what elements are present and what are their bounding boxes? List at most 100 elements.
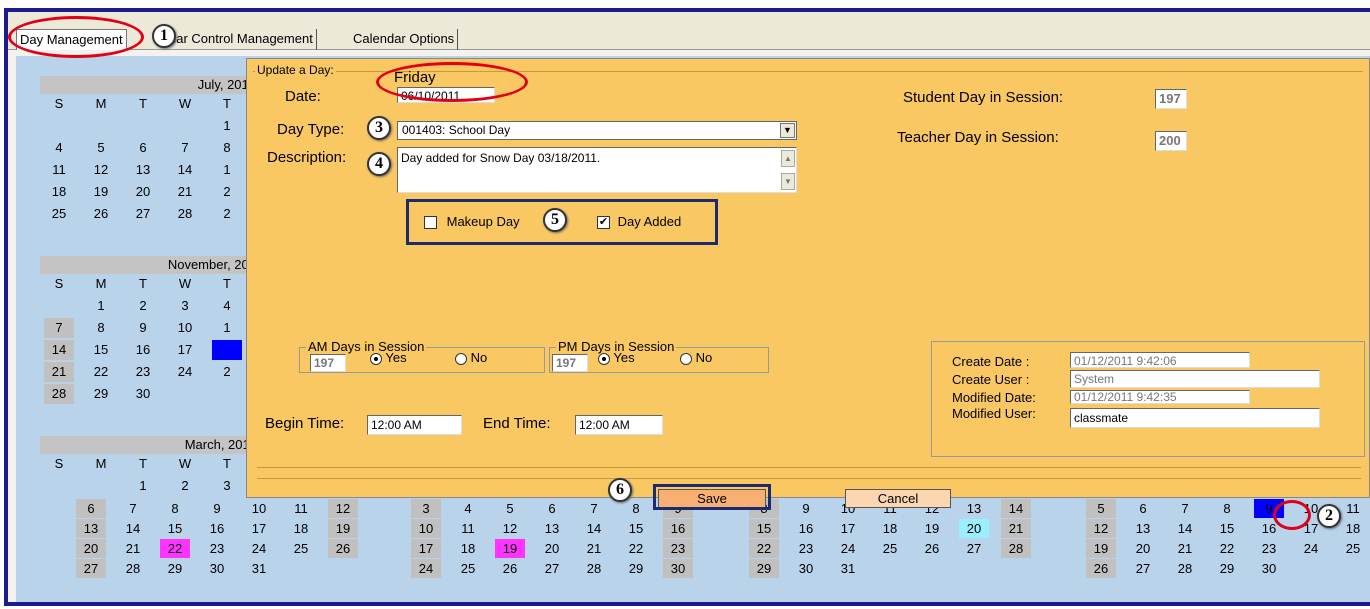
day-cell[interactable]: 17 <box>833 519 863 538</box>
day-cell[interactable]: 16 <box>791 519 821 538</box>
day-cell[interactable]: 25 <box>1338 539 1368 558</box>
day-cell[interactable]: 27 <box>1128 559 1158 578</box>
day-cell[interactable]: 28 <box>118 559 148 578</box>
day-cell[interactable]: 14 <box>579 519 609 538</box>
scroll-up-icon[interactable]: ▲ <box>781 150 795 167</box>
radio-icon[interactable] <box>680 352 692 365</box>
day-cell[interactable]: 24 <box>1296 539 1326 558</box>
day-cell[interactable]: 8 <box>1212 499 1242 518</box>
pm-yes-radio[interactable]: Yes <box>598 350 635 365</box>
day-cell[interactable]: 28 <box>44 384 74 404</box>
day-cell[interactable]: 22 <box>621 539 651 558</box>
day-cell[interactable]: 22 <box>749 539 779 558</box>
radio-icon[interactable] <box>455 352 467 365</box>
day-cell[interactable]: 6 <box>76 499 106 518</box>
day-cell[interactable]: 18 <box>875 519 905 538</box>
day-cell[interactable]: 30 <box>791 559 821 578</box>
day-cell[interactable]: 16 <box>202 519 232 538</box>
day-cell[interactable]: 27 <box>959 539 989 558</box>
day-cell[interactable]: 23 <box>128 362 158 382</box>
day-cell[interactable]: 21 <box>44 362 74 382</box>
day-cell[interactable]: 10 <box>244 499 274 518</box>
day-cell[interactable]: 17 <box>244 519 274 538</box>
day-cell[interactable]: 6 <box>128 138 158 158</box>
day-cell[interactable]: 1 <box>212 116 242 136</box>
day-cell[interactable]: 16 <box>663 519 693 538</box>
day-cell[interactable]: 1 <box>128 476 158 496</box>
day-cell[interactable]: 24 <box>244 539 274 558</box>
day-cell[interactable]: 12 <box>495 519 525 538</box>
day-cell[interactable]: 29 <box>160 559 190 578</box>
day-cell[interactable]: 28 <box>1170 559 1200 578</box>
day-cell[interactable]: 29 <box>1212 559 1242 578</box>
day-cell[interactable]: 18 <box>44 182 74 202</box>
day-cell[interactable]: 14 <box>170 160 200 180</box>
day-cell[interactable]: 1 <box>86 296 116 316</box>
day-cell[interactable]: 15 <box>1212 519 1242 538</box>
tab-calendar-control-management[interactable]: dar Control Management <box>166 29 317 50</box>
radio-selected-icon[interactable] <box>370 352 382 365</box>
day-cell[interactable]: 4 <box>44 138 74 158</box>
day-cell[interactable]: 14 <box>1170 519 1200 538</box>
day-cell[interactable]: 1 <box>212 318 242 338</box>
day-cell[interactable]: 29 <box>749 559 779 578</box>
day-cell[interactable]: 27 <box>76 559 106 578</box>
scroll-down-icon[interactable]: ▼ <box>781 173 795 190</box>
day-cell[interactable]: 20 <box>128 182 158 202</box>
day-cell[interactable]: 2 <box>212 182 242 202</box>
day-cell[interactable]: 26 <box>328 539 358 558</box>
day-cell[interactable]: 15 <box>621 519 651 538</box>
day-cell[interactable]: 3 <box>212 476 242 496</box>
day-cell[interactable]: 3 <box>170 296 200 316</box>
day-cell[interactable]: 23 <box>663 539 693 558</box>
day-cell[interactable]: 28 <box>170 204 200 224</box>
day-cell[interactable]: 25 <box>286 539 316 558</box>
day-cell[interactable]: 18 <box>1338 519 1368 538</box>
day-cell[interactable]: 10 <box>170 318 200 338</box>
day-cell[interactable]: 2 <box>212 362 242 382</box>
chevron-down-icon[interactable]: ▼ <box>780 123 795 138</box>
day-cell[interactable]: 30 <box>202 559 232 578</box>
day-cell[interactable]: 26 <box>86 204 116 224</box>
tab-calendar-options[interactable]: Calendar Options <box>350 29 459 50</box>
day-cell[interactable]: 19 <box>917 519 947 538</box>
day-cell[interactable]: 8 <box>621 499 651 518</box>
day-cell[interactable]: 30 <box>663 559 693 578</box>
day-cell[interactable]: 9 <box>202 499 232 518</box>
day-cell[interactable]: 21 <box>1001 519 1031 538</box>
day-cell[interactable]: 19 <box>495 539 525 558</box>
day-cell[interactable]: 13 <box>76 519 106 538</box>
day-cell[interactable]: 13 <box>1128 519 1158 538</box>
day-cell[interactable]: 2 <box>128 296 158 316</box>
day-cell[interactable]: 26 <box>1086 559 1116 578</box>
day-cell[interactable]: 28 <box>1001 539 1031 558</box>
day-cell[interactable]: 23 <box>791 539 821 558</box>
day-cell[interactable]: 11 <box>286 499 316 518</box>
day-cell[interactable]: 20 <box>959 519 989 538</box>
day-cell[interactable]: 22 <box>86 362 116 382</box>
day-cell[interactable]: 14 <box>118 519 148 538</box>
day-cell[interactable]: 24 <box>833 539 863 558</box>
cancel-button[interactable]: Cancel <box>845 489 951 508</box>
day-cell[interactable]: 18 <box>453 539 483 558</box>
pm-no-radio[interactable]: No <box>680 350 712 365</box>
day-cell[interactable]: 25 <box>453 559 483 578</box>
day-cell[interactable]: 25 <box>44 204 74 224</box>
day-cell[interactable]: 25 <box>875 539 905 558</box>
day-cell[interactable]: 17 <box>411 539 441 558</box>
day-cell[interactable]: 13 <box>128 160 158 180</box>
day-cell[interactable]: 11 <box>453 519 483 538</box>
day-cell[interactable]: 30 <box>128 384 158 404</box>
day-cell[interactable]: 9 <box>128 318 158 338</box>
day-cell[interactable]: 21 <box>1170 539 1200 558</box>
day-cell[interactable]: 19 <box>86 182 116 202</box>
day-cell[interactable]: 15 <box>749 519 779 538</box>
am-no-radio[interactable]: No <box>455 350 487 365</box>
day-cell[interactable]: 22 <box>160 539 190 558</box>
day-cell[interactable]: 12 <box>86 160 116 180</box>
day-cell[interactable]: 15 <box>86 340 116 360</box>
day-cell[interactable]: 7 <box>1170 499 1200 518</box>
day-cell[interactable]: 24 <box>411 559 441 578</box>
day-cell[interactable]: 13 <box>537 519 567 538</box>
day-cell[interactable]: 8 <box>160 499 190 518</box>
